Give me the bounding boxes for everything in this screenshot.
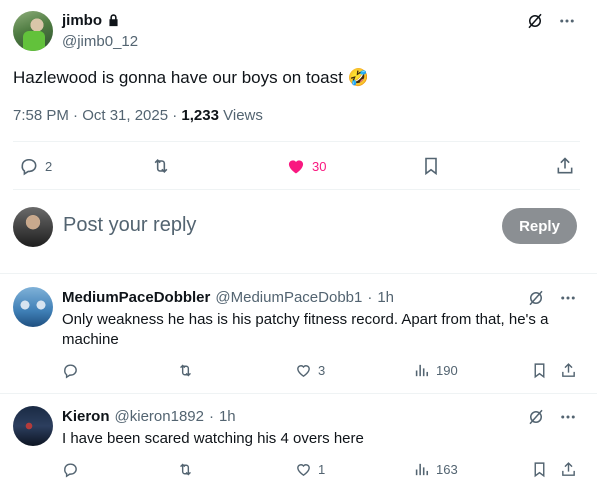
share-icon [555, 156, 575, 176]
reply-icon [62, 362, 79, 379]
comment-reply-button[interactable] [62, 362, 79, 379]
comment-top-actions [527, 408, 577, 426]
divider [0, 273, 597, 274]
views-label: Views [218, 107, 263, 124]
comment-author-handle[interactable]: @kieron1892 [115, 408, 204, 425]
grok-icon[interactable] [527, 289, 545, 307]
comment-author-name[interactable]: Kieron [62, 408, 110, 425]
comment-author-name[interactable]: MediumPaceDobbler [62, 289, 210, 306]
comment-like-count: 1 [318, 462, 326, 477]
comment-time[interactable]: 1h [219, 408, 236, 425]
repost-icon [177, 362, 194, 379]
more-icon[interactable] [559, 289, 577, 307]
author-handle[interactable]: @jimb0_12 [62, 33, 138, 50]
reply-count: 2 [45, 158, 53, 174]
comment-author-handle[interactable]: @MediumPaceDobb1 [215, 289, 362, 306]
share-icon [560, 362, 577, 379]
comment-top-actions [527, 289, 577, 307]
separator-dot: · [208, 408, 214, 425]
bookmark-icon [421, 156, 441, 176]
comment-header: MediumPaceDobbler @MediumPaceDobb1 · 1h [62, 289, 394, 306]
views-icon [413, 362, 430, 379]
comment-header: Kieron @kieron1892 · 1h [62, 408, 236, 425]
comment-share-button[interactable] [560, 362, 577, 379]
heart-icon [295, 362, 312, 379]
current-user-avatar [13, 207, 53, 247]
reply-icon [19, 156, 39, 176]
more-icon[interactable] [559, 408, 577, 426]
tweet-timestamp[interactable]: 7:58 PM · Oct 31, 2025 · [13, 107, 181, 124]
repost-button[interactable] [151, 156, 171, 176]
lock-icon [106, 13, 121, 28]
repost-icon [177, 461, 194, 478]
reply-button[interactable]: 2 [19, 156, 52, 176]
separator-dot: · [367, 289, 373, 306]
grok-icon[interactable] [526, 12, 544, 30]
reply-submit-button[interactable]: Reply [502, 208, 577, 244]
divider [13, 141, 580, 142]
heart-icon [286, 156, 306, 176]
comment-avatar[interactable] [13, 287, 53, 327]
author-avatar[interactable] [13, 11, 53, 51]
comment-share-button[interactable] [560, 461, 577, 478]
comment-views-count: 163 [436, 462, 458, 477]
comment-like-button[interactable]: 1 [295, 461, 325, 478]
comment-views[interactable]: 190 [413, 362, 458, 379]
like-count: 30 [312, 158, 327, 174]
comment-text: I have been scared watching his 4 overs … [62, 430, 364, 447]
tweet-top-actions [526, 12, 576, 30]
views-icon [413, 461, 430, 478]
tweet-meta: 7:58 PM · Oct 31, 2025 · 1,233 Views [13, 107, 263, 124]
views-count: 1,233 [181, 107, 219, 124]
more-icon[interactable] [558, 12, 576, 30]
like-button[interactable]: 30 [286, 156, 326, 176]
comment-views-count: 190 [436, 363, 458, 378]
bookmark-button[interactable] [421, 156, 441, 176]
comment-avatar[interactable] [13, 406, 53, 446]
divider [0, 393, 597, 394]
comment-text: Only weakness he has is his patchy fitne… [62, 311, 549, 348]
comment-bookmark-button[interactable] [531, 362, 548, 379]
comment-views[interactable]: 163 [413, 461, 458, 478]
comment-like-count: 3 [318, 363, 326, 378]
comment-bookmark-button[interactable] [531, 461, 548, 478]
divider [13, 189, 580, 190]
comment-reply-button[interactable] [62, 461, 79, 478]
comment-repost-button[interactable] [177, 362, 194, 379]
share-icon [560, 461, 577, 478]
bookmark-icon [531, 461, 548, 478]
repost-icon [151, 156, 171, 176]
comment-repost-button[interactable] [177, 461, 194, 478]
bookmark-icon [531, 362, 548, 379]
tweet-text: Hazlewood is gonna have our boys on toas… [13, 68, 369, 87]
author-name-row: jimbo [62, 12, 121, 29]
reply-icon [62, 461, 79, 478]
comment-time[interactable]: 1h [377, 289, 394, 306]
grok-icon[interactable] [527, 408, 545, 426]
share-button[interactable] [555, 156, 575, 176]
heart-icon [295, 461, 312, 478]
comment-like-button[interactable]: 3 [295, 362, 325, 379]
reply-input[interactable]: Post your reply [63, 214, 196, 237]
author-display-name[interactable]: jimbo [62, 12, 102, 29]
